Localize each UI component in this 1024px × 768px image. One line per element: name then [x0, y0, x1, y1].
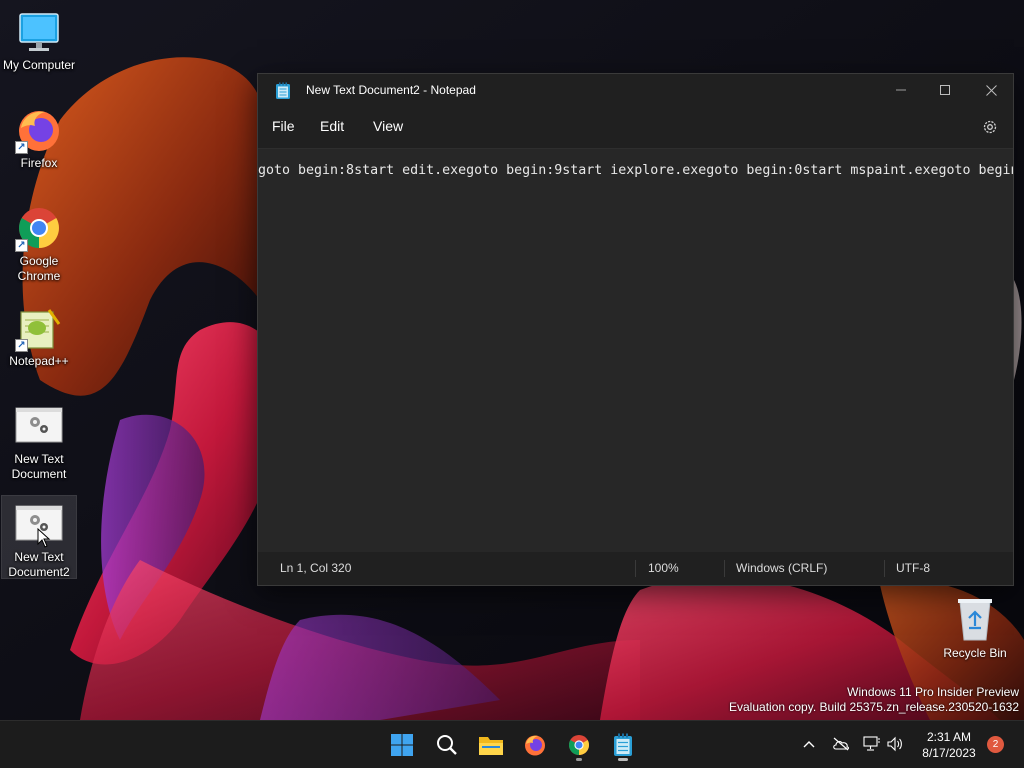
- desktop-icon-recycle-bin[interactable]: Recycle Bin: [940, 596, 1010, 660]
- notepad-app-icon: [276, 82, 290, 99]
- desktop-icon-label: My Computer: [2, 58, 76, 72]
- windows-watermark: Windows 11 Pro Insider Preview Evaluatio…: [729, 685, 1019, 715]
- notepad-plus-plus-icon: ↗: [15, 304, 63, 352]
- firefox-icon: ↗: [15, 106, 63, 154]
- maximize-icon: [940, 85, 950, 95]
- status-zoom[interactable]: 100%: [648, 552, 679, 585]
- menu-bar: File Edit View: [258, 106, 1013, 148]
- desktop-icon-label: New Text Document2: [8, 550, 70, 579]
- notification-badge[interactable]: 2: [987, 736, 1004, 753]
- clock-date: 8/17/2023: [922, 746, 976, 760]
- menu-edit[interactable]: Edit: [320, 118, 344, 134]
- desktop-icon-label: New Text Document: [11, 452, 67, 481]
- status-line-ending[interactable]: Windows (CRLF): [736, 552, 827, 585]
- close-icon: [985, 84, 997, 96]
- editor-content: goto begin:8start edit.exegoto begin:9st…: [258, 163, 1013, 178]
- menu-file[interactable]: File: [272, 118, 295, 134]
- taskbar-firefox[interactable]: [517, 727, 553, 763]
- status-bar: Ln 1, Col 320 100% Windows (CRLF) UTF-8: [258, 552, 1013, 585]
- desktop-icon-label: Firefox: [20, 156, 58, 170]
- status-separator: [635, 560, 636, 577]
- status-separator: [724, 560, 725, 577]
- tray-overflow-chevron-icon[interactable]: [800, 735, 818, 753]
- chrome-icon: [569, 735, 589, 755]
- shortcut-arrow-icon: ↗: [15, 339, 28, 352]
- maximize-button[interactable]: [922, 74, 968, 106]
- taskbar-notepad[interactable]: [605, 727, 641, 763]
- taskbar-file-explorer[interactable]: [473, 727, 509, 763]
- notepad-window[interactable]: New Text Document2 - Notepad File Edit V…: [257, 73, 1014, 586]
- onedrive-offline-icon[interactable]: [832, 735, 850, 753]
- taskbar-clock[interactable]: 2:31 AM 8/17/2023: [914, 729, 984, 761]
- monitor-icon: [15, 8, 63, 56]
- recycle-bin-icon: [958, 599, 992, 641]
- taskbar: 2:31 AM 8/17/2023 2: [0, 720, 1024, 768]
- window-titlebar[interactable]: New Text Document2 - Notepad: [258, 74, 1013, 106]
- volume-icon[interactable]: [886, 735, 904, 753]
- window-title: New Text Document2 - Notepad: [306, 83, 476, 97]
- desktop-icon-notepad-plus-plus[interactable]: ↗ Notepad++: [2, 300, 76, 369]
- desktop-icon-google-chrome[interactable]: ↗ Google Chrome: [2, 200, 76, 284]
- running-indicator: [576, 758, 582, 761]
- mouse-cursor-icon: [37, 528, 51, 548]
- start-button[interactable]: [384, 727, 420, 763]
- minimize-icon: [896, 89, 906, 91]
- desktop-icon-new-text-document[interactable]: New Text Document: [2, 398, 76, 482]
- windows-logo-icon: [391, 734, 413, 756]
- settings-gear-icon[interactable]: [981, 118, 999, 136]
- firefox-icon: [525, 735, 545, 756]
- minimize-button[interactable]: [878, 74, 924, 106]
- desktop-icon-label: Google Chrome: [17, 254, 61, 283]
- folder-icon: [479, 737, 503, 755]
- menu-view[interactable]: View: [373, 118, 403, 134]
- desktop-icon-my-computer[interactable]: My Computer: [2, 4, 76, 73]
- status-cursor-position: Ln 1, Col 320: [280, 561, 352, 575]
- desktop-icon-label: Notepad++: [9, 354, 69, 368]
- clock-time: 2:31 AM: [926, 730, 972, 744]
- running-indicator: [618, 758, 628, 761]
- status-separator: [884, 560, 885, 577]
- taskbar-chrome[interactable]: [561, 727, 597, 763]
- close-button[interactable]: [968, 74, 1014, 106]
- watermark-build: Evaluation copy. Build 25375.zn_release.…: [729, 700, 1019, 714]
- shortcut-arrow-icon: ↗: [15, 141, 28, 154]
- status-encoding[interactable]: UTF-8: [896, 552, 930, 585]
- batch-file-icon: [15, 402, 63, 450]
- watermark-edition: Windows 11 Pro Insider Preview: [847, 685, 1019, 699]
- chrome-icon: ↗: [15, 204, 63, 252]
- notepad-icon: [614, 733, 632, 756]
- desktop-icon-firefox[interactable]: ↗ Firefox: [2, 102, 76, 171]
- network-icon[interactable]: [863, 735, 881, 753]
- shortcut-arrow-icon: ↗: [15, 239, 28, 252]
- search-icon: [437, 735, 457, 755]
- text-editor-area[interactable]: goto begin:8start edit.exegoto begin:9st…: [258, 148, 1013, 552]
- taskbar-search-button[interactable]: [429, 727, 465, 763]
- recycle-bin-label: Recycle Bin: [943, 646, 1007, 660]
